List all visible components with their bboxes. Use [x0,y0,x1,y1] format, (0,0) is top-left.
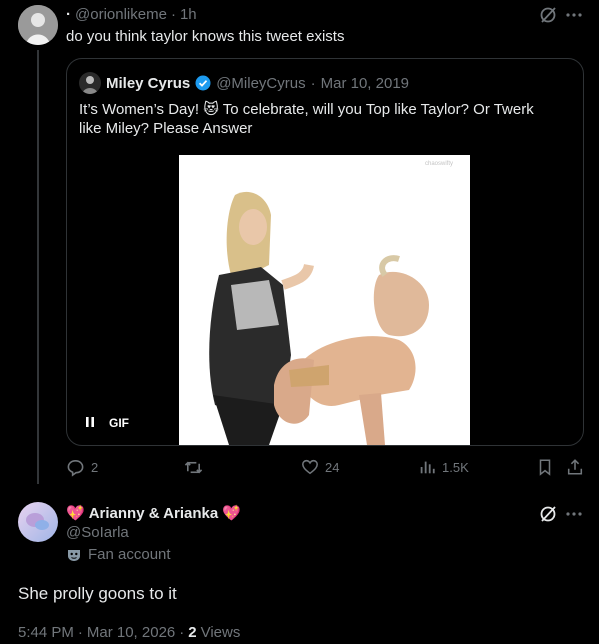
separator-dot: · [170,5,176,23]
quoted-text-line-2: like Miley? Please Answer [79,120,253,137]
verified-badge-icon [195,75,211,91]
like-count: 24 [325,459,340,475]
separator-dot: · [179,624,185,641]
heart-icon [301,458,319,476]
reply-author-name[interactable]: Arianny & Arianka [89,505,219,522]
reply-author-handle[interactable]: @SoIarla [66,524,129,541]
avatar-image [79,72,101,94]
reply-icon [66,458,85,477]
reply-count: 2 [91,460,99,475]
quoted-text-line-1: It’s Women’s Day! 😻 To celebrate, will y… [79,101,534,118]
reply-text: She prolly goons to it [18,584,177,603]
like-button[interactable]: 24 [301,458,339,476]
bookmark-icon[interactable] [536,458,554,476]
avatar-image [18,502,58,542]
reply-views-label: Views [200,624,241,641]
grok-icon[interactable] [538,5,558,25]
gif-watermark: chaoswifty [425,161,453,167]
emoji-heart-right: 💖 [222,505,241,522]
more-options-icon[interactable] [565,505,583,523]
avatar-orionlikeme[interactable] [18,5,58,45]
reply-views-count: 2 [188,624,197,641]
fan-account-mask-icon [66,547,82,563]
separator-dot: · [77,624,83,641]
quoted-author-name[interactable]: Miley Cyrus [106,75,190,92]
quoted-date[interactable]: Mar 10, 2019 [321,75,409,92]
grok-icon[interactable] [538,504,558,524]
name-dot: · [66,5,71,23]
reply-button[interactable]: 2 [66,458,98,477]
separator-dot: · [310,74,316,92]
gif-image: chaoswifty [179,155,470,445]
more-options-icon[interactable] [565,6,583,24]
avatar-image [18,5,58,45]
avatar-solarla[interactable] [18,502,58,542]
retweet-button[interactable] [184,458,203,477]
emoji-heart-left: 💖 [66,505,85,522]
views-button[interactable]: 1.5K [418,458,469,476]
views-chart-icon [418,458,436,476]
pause-icon[interactable] [84,416,96,428]
tweet-time[interactable]: 1h [180,6,197,23]
share-icon[interactable] [566,458,584,476]
reply-date[interactable]: Mar 10, 2026 [87,624,175,641]
avatar-miley[interactable] [79,72,101,94]
retweet-icon [184,458,203,477]
tweet-text: do you think taylor knows this tweet exi… [66,28,345,45]
fan-account-label: Fan account [88,546,171,563]
views-count: 1.5K [442,459,469,475]
tweet-handle[interactable]: @orionlikeme [75,6,167,23]
gif-media[interactable]: chaoswifty [179,155,470,445]
reply-time[interactable]: 5:44 PM [18,624,74,641]
gif-label: GIF [109,416,129,430]
quoted-author-handle[interactable]: @MileyCyrus [216,75,305,92]
thread-line [37,50,39,484]
